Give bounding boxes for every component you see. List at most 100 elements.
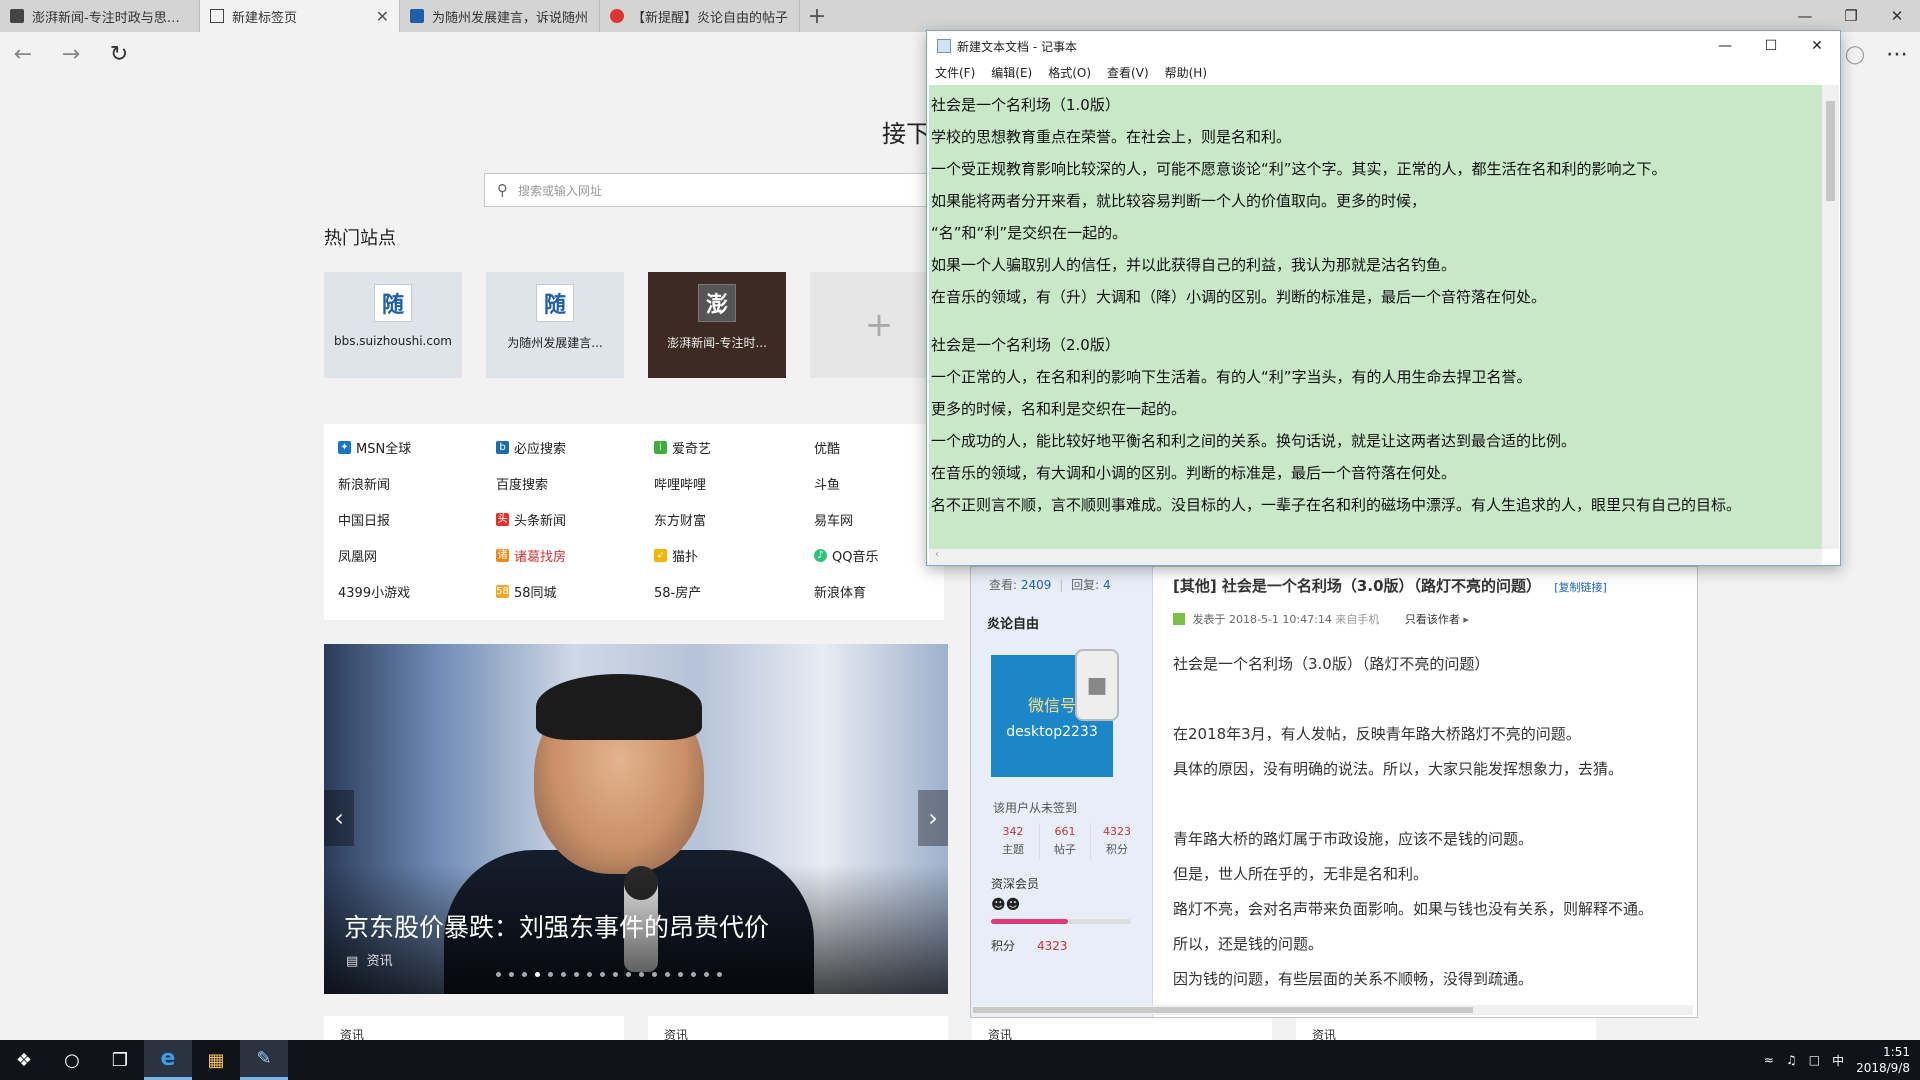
stat-points[interactable]: 4323 积分	[1091, 823, 1143, 859]
close-icon[interactable]: ✕	[1874, 0, 1920, 32]
tile-suizhou-advice[interactable]: 随 为随州发展建言...	[486, 272, 624, 378]
carousel-dot[interactable]	[548, 972, 553, 977]
link-58-house[interactable]: 58-房产	[654, 582, 701, 601]
tab-new-tab[interactable]: 新建标签页 ✕	[200, 0, 400, 32]
notification-icon[interactable]: □	[1809, 1053, 1820, 1067]
carousel-dot[interactable]	[704, 972, 709, 977]
carousel-dot[interactable]	[665, 972, 670, 977]
link-ifeng[interactable]: 凤凰网	[338, 546, 377, 565]
carousel-dot[interactable]	[600, 972, 605, 977]
file-explorer-icon[interactable]: ▦	[192, 1040, 240, 1080]
link-msn[interactable]: ✦ MSN全球	[338, 438, 411, 457]
tile-pengpai[interactable]: 澎 澎湃新闻-专注时...	[648, 272, 786, 378]
close-icon[interactable]: ✕	[1794, 31, 1840, 61]
forward-icon[interactable]: →	[56, 40, 86, 68]
link-eastmoney[interactable]: 东方财富	[654, 510, 706, 529]
scrollbar-thumb[interactable]	[1826, 101, 1835, 201]
minimize-icon[interactable]: —	[1782, 0, 1828, 32]
carousel-dot[interactable]	[652, 972, 657, 977]
refresh-icon[interactable]: ↻	[104, 40, 134, 68]
link-sina-news[interactable]: 新浪新闻	[338, 474, 390, 493]
link-douyu[interactable]: 斗鱼	[814, 474, 840, 493]
only-author-link[interactable]: 只看该作者	[1405, 613, 1460, 626]
copy-link[interactable]: [复制链接]	[1554, 581, 1607, 594]
ime-indicator[interactable]: 中	[1832, 1052, 1844, 1069]
search-icon[interactable]: ○	[48, 1040, 96, 1080]
text-line	[931, 319, 1822, 335]
link-baidu[interactable]: 百度搜索	[496, 474, 548, 493]
stat-posts[interactable]: 661 帖子	[1039, 823, 1091, 859]
tab-pengpai[interactable]: 澎湃新闻-专注时政与思想-1	[0, 0, 200, 32]
more-icon[interactable]: ⋯	[1882, 40, 1912, 68]
news-carousel[interactable]: 京东股价暴跌：刘强东事件的昂贵代价 ▤ 资讯 ‹ ›	[324, 644, 948, 994]
link-bing[interactable]: b 必应搜索	[496, 438, 566, 457]
menu-file[interactable]: 文件(F)	[935, 64, 975, 81]
link-toutiao[interactable]: 头头条新闻	[496, 510, 566, 529]
carousel-dot[interactable]	[678, 972, 683, 977]
carousel-dot[interactable]	[613, 972, 618, 977]
weibo-icon	[610, 9, 624, 23]
carousel-dot[interactable]	[587, 972, 592, 977]
volume-icon[interactable]: ♫	[1786, 1053, 1797, 1067]
carousel-prev-icon[interactable]: ‹	[324, 790, 354, 846]
carousel-dot[interactable]	[496, 972, 501, 977]
link-4399[interactable]: 4399小游戏	[338, 582, 410, 601]
link-youku[interactable]: 优酷	[814, 438, 840, 457]
toutiao-icon: 头	[496, 513, 509, 526]
carousel-dot[interactable]	[626, 972, 631, 977]
link-text: 优酷	[814, 442, 841, 457]
link-yiche[interactable]: 易车网	[814, 510, 853, 529]
scroll-left-icon[interactable]: ‹	[935, 549, 939, 560]
restore-icon[interactable]: ❐	[1828, 0, 1874, 32]
author-name[interactable]: 炎论自由	[987, 613, 1039, 632]
carousel-title[interactable]: 京东股价暴跌：刘强东事件的昂贵代价	[344, 908, 769, 944]
post-title: [其他] 社会是一个名利场（3.0版）（路灯不亮的问题） [复制链接]	[1173, 575, 1607, 596]
tile-bbs-suizhoushi[interactable]: 随 bbs.suizhoushi.com	[324, 272, 462, 378]
carousel-dot[interactable]	[574, 972, 579, 977]
link-mop[interactable]: ➶ 猫扑	[654, 546, 698, 565]
notepad-text-area[interactable]: 社会是一个名利场（1.0版） 学校的思想教育重点在荣誉。在社会上，则是名和利。 …	[929, 85, 1822, 549]
scrollbar-thumb[interactable]	[973, 1007, 1473, 1013]
new-tab-button[interactable]: +	[800, 0, 834, 32]
windows-start-icon[interactable]: ❖	[0, 1040, 48, 1080]
tab-title: 【新提醒】炎论自由的帖子	[632, 10, 789, 26]
edge-icon[interactable]: e	[144, 1040, 192, 1080]
tab-forum-post[interactable]: 【新提醒】炎论自由的帖子	[600, 0, 800, 32]
close-tab-icon[interactable]: ✕	[376, 7, 389, 26]
horizontal-scrollbar[interactable]: ‹	[929, 549, 1822, 565]
post-line: 在2018年3月，有人发帖，反映青年路大桥路灯不亮的问题。	[1173, 725, 1581, 743]
menu-format[interactable]: 格式(O)	[1048, 64, 1091, 81]
link-iqiyi[interactable]: i 爱奇艺	[654, 438, 711, 457]
carousel-dot[interactable]	[535, 972, 540, 977]
tab-suizhou[interactable]: 为随州发展建言，诉说随州	[400, 0, 600, 32]
link-sina-sports[interactable]: 新浪体育	[814, 582, 866, 601]
carousel-dot[interactable]	[717, 972, 722, 977]
network-icon[interactable]: ≈	[1764, 1053, 1774, 1067]
notepad-taskbar-icon[interactable]: ✎	[240, 1040, 288, 1080]
horizontal-scrollbar[interactable]	[973, 1005, 1693, 1015]
menu-help[interactable]: 帮助(H)	[1165, 64, 1207, 81]
carousel-dot[interactable]	[691, 972, 696, 977]
minimize-icon[interactable]: —	[1702, 31, 1748, 61]
carousel-dot[interactable]	[639, 972, 644, 977]
search-input[interactable]: ⚲ 搜索或输入网址	[484, 173, 934, 207]
link-bilibili[interactable]: 哔哩哔哩	[654, 474, 706, 493]
stat-topics[interactable]: 342 主题	[987, 823, 1039, 859]
menu-view[interactable]: 查看(V)	[1107, 64, 1149, 81]
carousel-next-icon[interactable]: ›	[918, 790, 948, 846]
clock-date: 2018/9/8	[1856, 1061, 1910, 1075]
carousel-dot[interactable]	[561, 972, 566, 977]
clock[interactable]: 1:51 2018/9/8	[1856, 1044, 1910, 1076]
carousel-dot[interactable]	[509, 972, 514, 977]
back-icon[interactable]: ←	[8, 40, 38, 68]
link-china-daily[interactable]: 中国日报	[338, 510, 390, 529]
menu-edit[interactable]: 编辑(E)	[991, 64, 1032, 81]
link-zhuge[interactable]: 诸诸葛找房	[496, 546, 566, 565]
carousel-dot[interactable]	[522, 972, 527, 977]
maximize-icon[interactable]: ☐	[1748, 31, 1794, 61]
task-view-icon[interactable]: ❐	[96, 1040, 144, 1080]
share-icon[interactable]: ◯	[1840, 40, 1870, 68]
vertical-scrollbar[interactable]	[1822, 85, 1839, 549]
link-qq-music[interactable]: ♪ QQ音乐	[814, 546, 878, 565]
link-58[interactable]: 58 58同城	[496, 582, 557, 601]
